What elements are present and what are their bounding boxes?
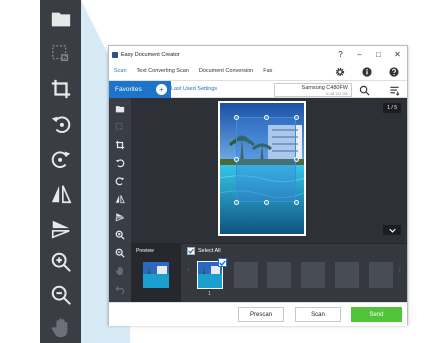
info-icon[interactable] [353, 63, 380, 80]
action-bar: Prescan Scan Send [109, 302, 407, 326]
empty-thumbnail-slot [369, 262, 393, 288]
gear-icon[interactable] [326, 63, 353, 80]
scan-preview-canvas[interactable]: 1 / 5 [131, 98, 407, 243]
chevron-down-icon [388, 228, 396, 233]
empty-thumbnail-slot [335, 262, 359, 288]
rotate-right-icon[interactable] [109, 173, 131, 189]
flip-vertical-icon[interactable] [40, 215, 81, 243]
select-all-checkbox[interactable]: Select All [187, 247, 221, 255]
crop-handle[interactable] [294, 200, 299, 205]
crop-handle[interactable] [294, 115, 299, 120]
favorites-bar: Favorites + Last Used Settings Samsung C… [109, 80, 407, 98]
minimize-button[interactable]: – [350, 46, 369, 63]
tab-document-conversion[interactable]: Document Conversion [194, 63, 258, 80]
crop-icon[interactable] [40, 75, 81, 103]
tab-text-converting-scan[interactable]: Text Converting Scan [132, 63, 194, 80]
checkmark-icon [219, 259, 226, 266]
checkmark-icon [188, 248, 194, 254]
app-title: Easy Document Creator [121, 51, 180, 58]
favorites-label: Favorites [115, 86, 142, 93]
titlebar: Easy Document Creator ? – □ ✕ [109, 46, 407, 63]
device-select[interactable]: Samsung C480FW 10.88.192.185 [274, 83, 352, 97]
zoom-in-icon[interactable] [109, 227, 131, 243]
device-name: Samsung C480FW [301, 85, 348, 91]
work-area: 1 / 5 Preview Select All ‹ 1 › [109, 98, 407, 303]
add-favorite-button[interactable]: + [156, 84, 167, 95]
open-folder-icon[interactable] [40, 5, 81, 33]
preview-thumbnail[interactable] [143, 262, 169, 288]
zoom-in-icon[interactable] [40, 248, 81, 276]
thumbnail-number: 1 [208, 291, 211, 297]
preview-label: Preview [136, 248, 154, 254]
flip-horizontal-icon[interactable] [40, 180, 81, 208]
device-ip: 10.88.192.185 [325, 92, 348, 96]
rotate-left-icon[interactable] [40, 110, 81, 138]
crop-handle[interactable] [264, 115, 269, 120]
tab-fax[interactable]: Fax [258, 63, 277, 80]
crop-selection[interactable] [234, 115, 299, 205]
help-button[interactable]: ? [331, 46, 350, 63]
zoom-out-icon[interactable] [109, 245, 131, 261]
scan-button[interactable]: Scan [295, 307, 341, 322]
empty-thumbnail-slot [267, 262, 291, 288]
maximize-button[interactable]: □ [369, 46, 388, 63]
hand-pan-icon[interactable] [109, 263, 131, 279]
crop-handle[interactable] [234, 200, 239, 205]
app-window: Easy Document Creator ? – □ ✕ Scan Text … [108, 45, 408, 326]
rotate-right-icon[interactable] [40, 145, 81, 173]
chevron-right-icon[interactable]: › [398, 264, 401, 274]
send-button[interactable]: Send [351, 307, 402, 322]
zoomed-toolbar [40, 0, 81, 343]
sort-menu-icon[interactable] [386, 82, 402, 98]
app-logo [112, 51, 118, 58]
empty-thumbnail-slot [301, 262, 325, 288]
edit-toolbar [109, 98, 131, 302]
page-counter: 1 / 5 [383, 103, 401, 113]
favorites-tab[interactable]: Favorites + [109, 81, 171, 98]
thumbnail-strip: Preview Select All ‹ 1 › [131, 243, 407, 303]
flip-vertical-icon[interactable] [109, 209, 131, 225]
menu-bar: Scan Text Converting Scan Document Conve… [109, 63, 407, 80]
hand-pan-icon[interactable] [40, 314, 81, 342]
crop-handle[interactable] [234, 115, 239, 120]
preview-panel: Preview [131, 244, 181, 303]
crop-icon[interactable] [109, 137, 131, 153]
close-button[interactable]: ✕ [388, 46, 407, 63]
crop-handle[interactable] [234, 157, 239, 162]
search-icon[interactable] [356, 82, 372, 98]
empty-thumbnail-slot [234, 262, 258, 288]
zoom-out-icon[interactable] [40, 281, 81, 309]
tab-scan[interactable]: Scan [109, 63, 132, 80]
chevron-left-icon[interactable]: ‹ [187, 264, 190, 274]
open-folder-icon[interactable] [109, 101, 131, 117]
select-area-icon[interactable] [109, 119, 131, 135]
flip-horizontal-icon[interactable] [109, 191, 131, 207]
last-used-settings-link[interactable]: Last Used Settings [171, 81, 217, 98]
rotate-left-icon[interactable] [109, 155, 131, 171]
prescan-button[interactable]: Prescan [238, 307, 284, 322]
checkbox[interactable] [187, 247, 195, 255]
crop-handle[interactable] [294, 157, 299, 162]
help-icon[interactable] [380, 63, 407, 80]
crop-handle[interactable] [264, 200, 269, 205]
collapse-panel-button[interactable] [383, 225, 401, 235]
select-all-label: Select All [198, 248, 221, 254]
undo-icon[interactable] [109, 281, 131, 297]
select-area-icon[interactable] [40, 40, 81, 68]
thumbnail-checkbox[interactable] [218, 258, 227, 267]
